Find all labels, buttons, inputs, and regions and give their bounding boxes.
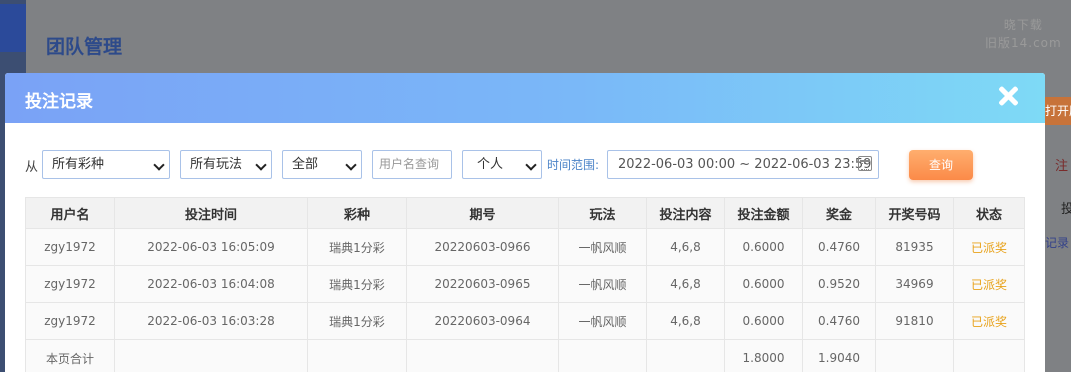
sidebar-block (0, 4, 26, 52)
status-select[interactable]: 全部 (282, 150, 362, 179)
total-bonus: 1.9040 (802, 339, 876, 372)
column-header: 投注时间 (114, 197, 308, 229)
empty-cell (953, 339, 1025, 372)
empty-cell (558, 339, 647, 372)
bet-record-modal: 投注记录 从 所有彩种 所有玩法 全部 用户名查询 个人 时间范围: 2022-… (5, 73, 1045, 372)
cell-lottery: 瑞典1分彩 (307, 265, 407, 303)
empty-cell (646, 339, 725, 372)
cell-draw-number: 34969 (875, 265, 954, 303)
column-header: 投注内容 (646, 197, 725, 229)
table-row: zgy1972 2022-06-03 16:05:09 瑞典1分彩 202206… (25, 228, 1025, 266)
cell-amount: 0.6000 (724, 228, 803, 266)
column-header: 玩法 (558, 197, 647, 229)
cell-content: 4,6,8 (646, 228, 725, 266)
close-icon[interactable] (997, 85, 1019, 107)
cell-draw-number: 91810 (875, 302, 954, 340)
cell-draw-number: 81935 (875, 228, 954, 266)
cell-issue: 20220603-0964 (406, 302, 559, 340)
date-range-input[interactable]: 2022-06-03 00:00 ~ 2022-06-03 23:59 (607, 150, 879, 179)
cell-bet-time: 2022-06-03 16:03:28 (114, 302, 308, 340)
filter-bar: 从 所有彩种 所有玩法 全部 用户名查询 个人 时间范围: 2022-06-03… (25, 150, 1035, 181)
chevron-down-icon (525, 159, 537, 171)
cell-amount: 0.6000 (724, 302, 803, 340)
total-label: 本页合计 (25, 339, 115, 372)
cell-content: 4,6,8 (646, 265, 725, 303)
chevron-down-icon (153, 159, 165, 171)
background-link: 记录 (1045, 236, 1070, 250)
cell-username: zgy1972 (25, 265, 115, 303)
time-range-label: 时间范围: (547, 158, 600, 172)
chevron-down-icon (255, 159, 267, 171)
table-header: 用户名 投注时间 彩种 期号 玩法 投注内容 投注金额 奖金 开奖号码 状态 (25, 197, 1025, 229)
scope-select[interactable]: 个人 (462, 150, 542, 179)
cell-play: 一帆风顺 (558, 265, 647, 303)
table-row: zgy1972 2022-06-03 16:03:28 瑞典1分彩 202206… (25, 302, 1025, 340)
cell-play: 一帆风顺 (558, 228, 647, 266)
table-row: zgy1972 2022-06-03 16:04:08 瑞典1分彩 202206… (25, 265, 1025, 303)
column-header: 奖金 (802, 197, 876, 229)
cell-username: zgy1972 (25, 302, 115, 340)
empty-cell (875, 339, 954, 372)
column-header: 投注金额 (724, 197, 803, 229)
column-header: 期号 (406, 197, 559, 229)
status-badge: 已派奖 (953, 228, 1025, 266)
modal-title: 投注记录 (25, 92, 93, 112)
status-badge: 已派奖 (953, 302, 1025, 340)
background-text: 投 (1061, 202, 1071, 217)
cell-username: zgy1972 (25, 228, 115, 266)
cell-lottery: 瑞典1分彩 (307, 302, 407, 340)
page-title: 团队管理 (46, 36, 123, 58)
cell-bet-time: 2022-06-03 16:04:08 (114, 265, 308, 303)
cell-bonus: 0.9520 (802, 265, 876, 303)
empty-cell (406, 339, 559, 372)
background-text: 注 (1055, 159, 1069, 174)
cell-bonus: 0.4760 (802, 228, 876, 266)
background-orange-button: 打开历 (1045, 97, 1071, 125)
play-select[interactable]: 所有玩法 (180, 150, 272, 179)
modal-header: 投注记录 (5, 73, 1045, 123)
cell-issue: 20220603-0965 (406, 265, 559, 303)
cell-issue: 20220603-0966 (406, 228, 559, 266)
column-header: 状态 (953, 197, 1025, 229)
from-label: 从 (25, 160, 39, 175)
query-button[interactable]: 查询 (909, 150, 973, 180)
cell-play: 一帆风顺 (558, 302, 647, 340)
cell-content: 4,6,8 (646, 302, 725, 340)
status-badge: 已派奖 (953, 265, 1025, 303)
total-bet-amount: 1.8000 (724, 339, 803, 372)
watermark: 晓下载 旧版14.com (985, 18, 1062, 50)
cell-lottery: 瑞典1分彩 (307, 228, 407, 266)
column-header: 用户名 (25, 197, 115, 229)
empty-cell (307, 339, 407, 372)
total-row: 本页合计 1.8000 1.9040 (25, 339, 1025, 372)
cell-bet-time: 2022-06-03 16:05:09 (114, 228, 308, 266)
column-header: 开奖号码 (875, 197, 954, 229)
cell-amount: 0.6000 (724, 265, 803, 303)
username-input[interactable]: 用户名查询 (372, 150, 452, 179)
chevron-down-icon (345, 159, 357, 171)
bet-record-table: 用户名 投注时间 彩种 期号 玩法 投注内容 投注金额 奖金 开奖号码 状态 z… (25, 197, 1025, 372)
empty-cell (114, 339, 308, 372)
calendar-icon[interactable] (858, 156, 872, 171)
column-header: 彩种 (307, 197, 407, 229)
cell-bonus: 0.4760 (802, 302, 876, 340)
lottery-select[interactable]: 所有彩种 (42, 150, 170, 179)
